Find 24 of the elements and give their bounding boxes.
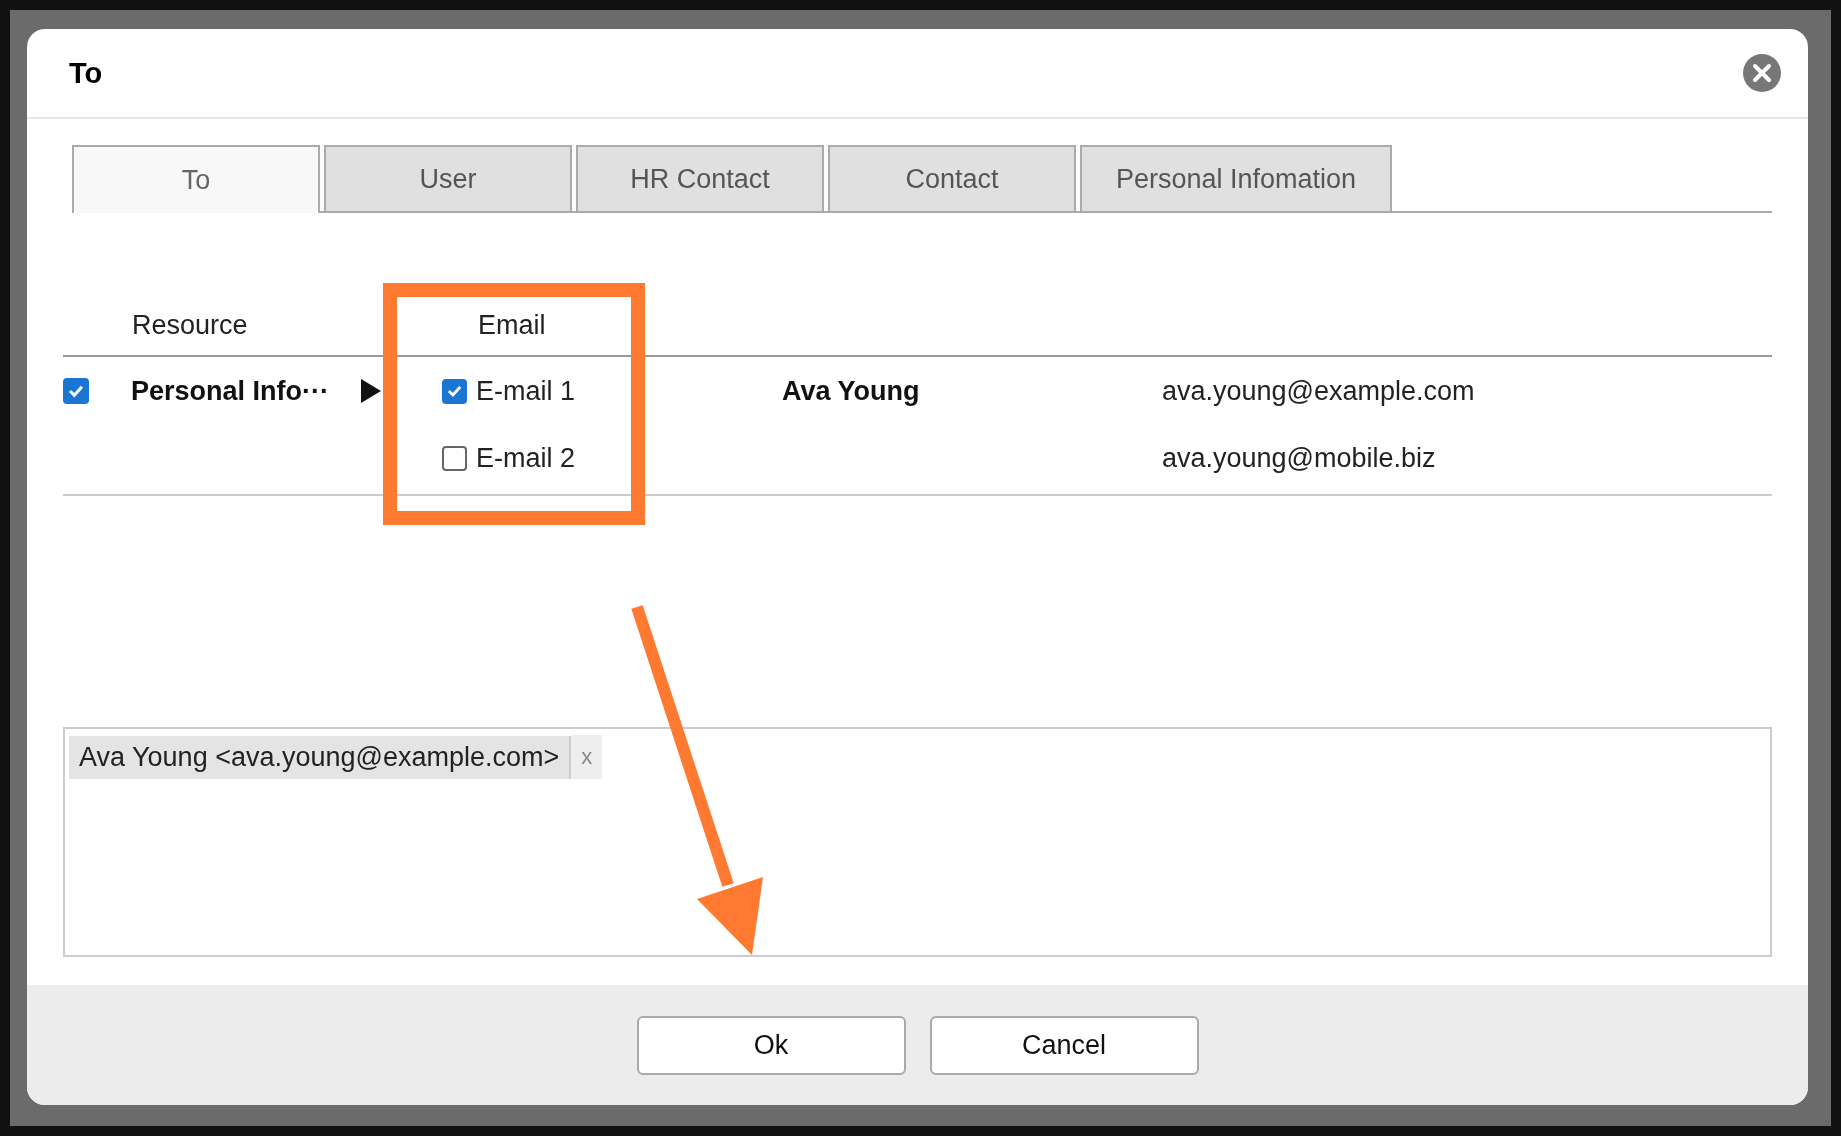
tab[interactable]: Personal Infomation [1080, 145, 1392, 211]
email-address: ava.young@mobile.biz [1162, 442, 1437, 475]
resource-name: Personal Info··· [131, 375, 330, 408]
dialog-button[interactable]: Cancel [929, 1015, 1199, 1075]
checkbox[interactable] [442, 378, 467, 404]
tab[interactable]: Contact [828, 145, 1076, 211]
email-address: ava.young@example.com [1162, 375, 1476, 408]
checkbox[interactable] [63, 378, 89, 404]
column-header: Email [478, 309, 546, 341]
contact-name: Ava Young [782, 375, 920, 407]
recipients-field[interactable]: Ava Young <ava.young@example.com> x [63, 727, 1772, 957]
email-label: E-mail 2 [476, 442, 576, 474]
email-label: E-mail 1 [476, 375, 576, 407]
tab[interactable]: To [72, 145, 320, 213]
column-header: Resource [132, 309, 249, 341]
recipient-chip: Ava Young <ava.young@example.com> [69, 735, 572, 779]
dialog-title: To [69, 56, 103, 90]
checkbox[interactable] [442, 445, 467, 471]
remove-button[interactable]: x [571, 735, 603, 779]
tab[interactable]: HR Contact [576, 145, 824, 211]
dialog-button[interactable]: Ok [636, 1015, 906, 1075]
tab[interactable]: User [324, 145, 572, 211]
expand-triangle-icon[interactable] [361, 379, 381, 403]
close-icon[interactable] [1742, 53, 1782, 93]
